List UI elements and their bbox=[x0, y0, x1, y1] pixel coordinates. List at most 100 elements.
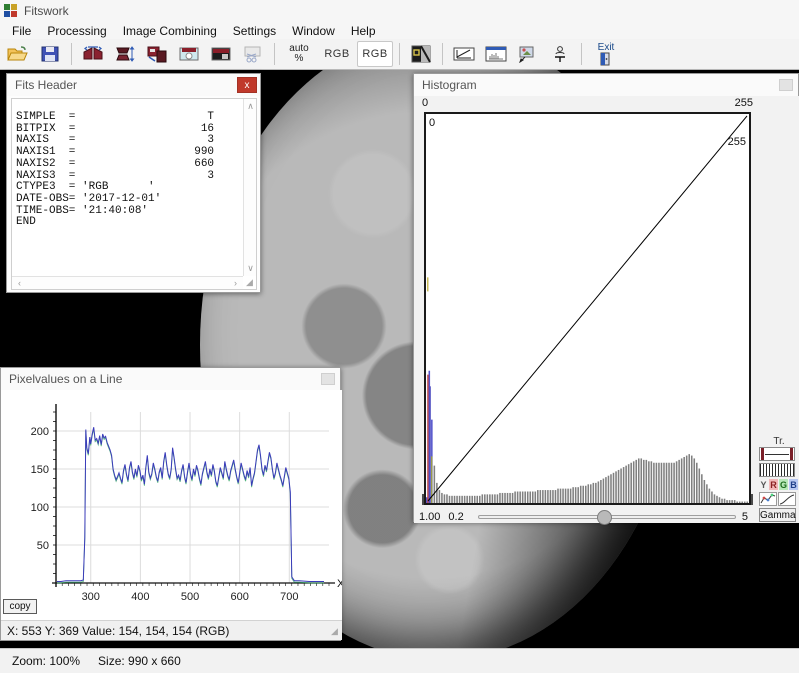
size-status: Size: 990 x 660 bbox=[98, 654, 181, 668]
svg-text:400: 400 bbox=[131, 591, 149, 603]
percent-label: % bbox=[295, 53, 304, 64]
scroll-down-icon[interactable]: ∨ bbox=[244, 263, 257, 274]
menu-item-settings[interactable]: Settings bbox=[225, 23, 284, 39]
line-profile-icon bbox=[452, 45, 476, 63]
channel-r-button[interactable]: R bbox=[769, 479, 778, 490]
scroll-up-icon[interactable]: ∧ bbox=[244, 101, 257, 112]
menu-item-image-combining[interactable]: Image Combining bbox=[115, 23, 225, 39]
histogram-plot[interactable]: 0 255 bbox=[424, 112, 751, 505]
histogram-window[interactable]: Histogram 0 255 0 255 1.00 0.2 bbox=[413, 73, 799, 522]
exit-button[interactable]: Exit bbox=[588, 41, 624, 67]
channel-b-button[interactable]: B bbox=[789, 479, 798, 490]
gradient-tool-button[interactable] bbox=[406, 41, 436, 67]
svg-text:50: 50 bbox=[37, 540, 49, 552]
pixel-readout: X: 553 Y: 369 Value: 154, 154, 154 (RGB) bbox=[7, 624, 229, 638]
fitswork-logo-icon bbox=[4, 4, 18, 18]
histogram-window-icon bbox=[484, 45, 508, 63]
slider-knob[interactable] bbox=[597, 510, 612, 525]
pixelvalues-resize-grip-icon[interactable]: ◢ bbox=[329, 626, 340, 637]
auto-percent-button[interactable]: auto % bbox=[281, 41, 317, 67]
svg-text:300: 300 bbox=[82, 591, 100, 603]
minimize-icon[interactable] bbox=[779, 79, 793, 91]
toolbar-separator-4 bbox=[442, 43, 443, 65]
image-adjust-button[interactable] bbox=[174, 41, 204, 67]
channel-g-button[interactable]: G bbox=[779, 479, 788, 490]
svg-text:500: 500 bbox=[181, 591, 199, 603]
toolbar-separator bbox=[71, 43, 72, 65]
histogram-title: Histogram bbox=[422, 78, 477, 92]
curve-points-icon[interactable] bbox=[759, 492, 777, 506]
close-icon[interactable]: x bbox=[237, 77, 257, 93]
pick-color-button[interactable] bbox=[513, 41, 543, 67]
pixelvalues-plot-area[interactable]: 50100150200300400500600700X bbox=[1, 390, 342, 620]
scroll-left-icon[interactable]: ‹ bbox=[13, 278, 26, 288]
fits-header-title: Fits Header bbox=[15, 78, 77, 92]
window-titlebar: Fitswork bbox=[0, 0, 799, 22]
histogram-window-button[interactable] bbox=[481, 41, 511, 67]
flip-vertical-button[interactable] bbox=[110, 41, 140, 67]
pixelvalues-titlebar[interactable]: Pixelvalues on a Line bbox=[1, 368, 340, 390]
pixelvalues-minimize-icon[interactable] bbox=[321, 373, 335, 385]
line-profile-button[interactable] bbox=[449, 41, 479, 67]
resize-grip-icon[interactable]: ◢ bbox=[244, 277, 255, 288]
fits-vertical-scrollbar[interactable]: ∧ ∨ bbox=[243, 99, 256, 276]
scroll-right-icon[interactable]: › bbox=[229, 278, 242, 288]
pixelvalues-title: Pixelvalues on a Line bbox=[9, 372, 122, 386]
menu-item-file[interactable]: File bbox=[4, 23, 39, 39]
histogram-svg bbox=[426, 114, 749, 503]
pixelvalues-window[interactable]: Pixelvalues on a Line 501001502003004005… bbox=[0, 367, 341, 641]
image-dark-icon bbox=[210, 45, 232, 63]
fits-header-window[interactable]: Fits Header x SIMPLE = T BITPIX = 16 NAX… bbox=[6, 73, 261, 293]
rgb-button[interactable]: RGB bbox=[319, 41, 355, 67]
range-handles-icon[interactable] bbox=[759, 447, 795, 461]
rgb-label: RGB bbox=[324, 48, 349, 60]
folder-open-icon bbox=[7, 45, 29, 63]
gamma-button[interactable]: Gamma bbox=[759, 508, 796, 522]
svg-text:150: 150 bbox=[31, 464, 49, 476]
channel-y-button[interactable]: Y bbox=[759, 479, 768, 490]
gamma-slider[interactable] bbox=[478, 515, 736, 519]
exit-door-icon bbox=[597, 52, 615, 66]
app-title: Fitswork bbox=[24, 4, 69, 18]
rgb-selected-button[interactable]: RGB bbox=[357, 41, 393, 67]
hist-axis-top-left: 0 bbox=[422, 97, 428, 109]
transfer-label: Tr. bbox=[759, 436, 799, 447]
curve-smooth-icon[interactable] bbox=[778, 492, 796, 506]
crop-button[interactable] bbox=[238, 41, 268, 67]
pixelvalues-status: X: 553 Y: 369 Value: 154, 154, 154 (RGB)… bbox=[1, 620, 342, 640]
rotate-image-button[interactable] bbox=[142, 41, 172, 67]
toolbar-separator-3 bbox=[399, 43, 400, 65]
gradient-tile-icon bbox=[410, 45, 432, 63]
exit-label: Exit bbox=[598, 43, 615, 52]
histogram-bars-icon[interactable] bbox=[759, 463, 795, 477]
floppy-disk-save-icon bbox=[40, 45, 60, 63]
histogram-body: 0 255 0 255 1.00 0.2 5 Tr. bbox=[414, 96, 799, 523]
zoom-status: Zoom: 100% bbox=[12, 654, 80, 668]
text-tool-button[interactable] bbox=[545, 41, 575, 67]
toolbar: auto % RGB RGB bbox=[0, 39, 799, 70]
slider-min-label: 0.2 bbox=[448, 511, 463, 523]
image-dark-button[interactable] bbox=[206, 41, 236, 67]
menubar: File Processing Image Combining Settings… bbox=[0, 22, 799, 39]
slider-max-label: 5 bbox=[742, 511, 748, 523]
open-file-button[interactable] bbox=[3, 41, 33, 67]
menu-item-window[interactable]: Window bbox=[284, 23, 343, 39]
svg-text:700: 700 bbox=[280, 591, 298, 603]
save-file-button[interactable] bbox=[35, 41, 65, 67]
pixelvalues-svg: 50100150200300400500600700X bbox=[1, 390, 342, 620]
svg-text:200: 200 bbox=[31, 426, 49, 438]
gamma-value: 1.00 bbox=[419, 511, 440, 523]
hist-inner-right-label: 255 bbox=[728, 136, 746, 148]
fits-header-titlebar[interactable]: Fits Header x bbox=[7, 74, 260, 96]
rgb-selected-label: RGB bbox=[362, 48, 387, 60]
menu-item-processing[interactable]: Processing bbox=[39, 23, 114, 39]
color-picker-icon bbox=[518, 45, 538, 63]
fits-header-textarea[interactable]: SIMPLE = T BITPIX = 16 NAXIS = 3 NAXIS1 … bbox=[11, 98, 257, 290]
toolbar-separator-2 bbox=[274, 43, 275, 65]
menu-item-help[interactable]: Help bbox=[343, 23, 384, 39]
fits-header-text: SIMPLE = T BITPIX = 16 NAXIS = 3 NAXIS1 … bbox=[16, 112, 226, 229]
fits-horizontal-scrollbar[interactable]: ‹ › bbox=[12, 276, 243, 289]
flip-horizontal-button[interactable] bbox=[78, 41, 108, 67]
copy-button[interactable]: copy bbox=[3, 599, 37, 614]
histogram-titlebar[interactable]: Histogram bbox=[414, 74, 798, 96]
